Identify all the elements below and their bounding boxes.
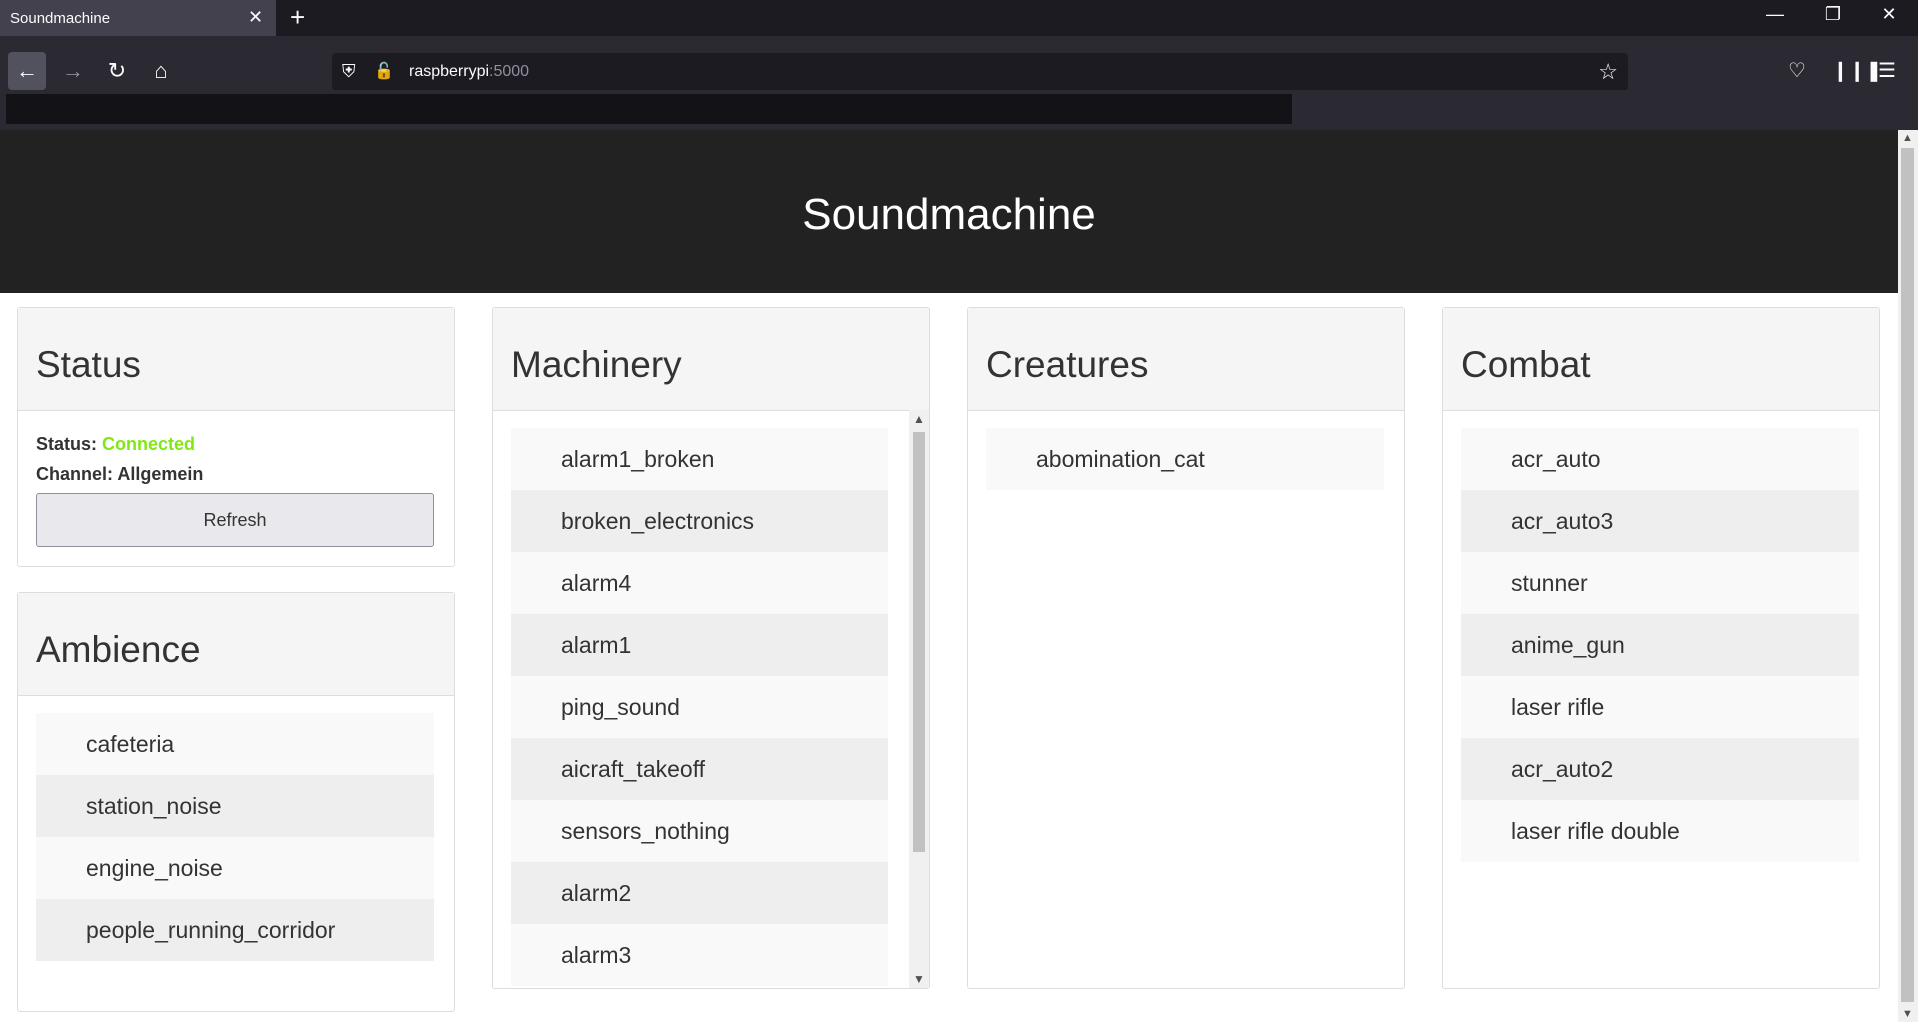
lock-icon[interactable]: 🔓: [374, 61, 394, 81]
sound-item[interactable]: aicraft_takeoff: [511, 738, 888, 800]
browser-tab[interactable]: Soundmachine ✕: [0, 0, 276, 36]
forward-icon[interactable]: →: [54, 52, 92, 90]
bookmarks-redacted: [6, 94, 1292, 124]
ambience-panel-header: Ambience: [18, 593, 454, 696]
machinery-panel: Machinery alarm1_broken broken_electroni…: [492, 307, 930, 989]
pocket-icon[interactable]: ♡: [1788, 58, 1806, 83]
bookmarks-bar: [0, 90, 1918, 130]
page-header: Soundmachine: [0, 130, 1898, 293]
creatures-panel: Creatures abomination_cat: [967, 307, 1405, 989]
sound-item[interactable]: alarm1: [511, 614, 888, 676]
status-line: Status: Connected: [36, 434, 195, 455]
star-icon[interactable]: ☆: [1598, 59, 1618, 85]
close-icon[interactable]: ✕: [1866, 4, 1912, 25]
channel-line: Channel: Allgemein: [36, 464, 203, 485]
url-bar[interactable]: ⛨ 🔓 raspberrypi:5000 ☆: [332, 53, 1628, 91]
tab-bar: Soundmachine ✕ + — ❐ ✕: [0, 0, 1918, 36]
sound-item[interactable]: anime_gun: [1461, 614, 1859, 676]
ambience-heading: Ambience: [36, 629, 201, 670]
sound-item[interactable]: acr_auto: [1461, 428, 1859, 490]
creatures-list: abomination_cat: [986, 428, 1384, 490]
page-scrollbar[interactable]: ▲ ▼: [1898, 130, 1918, 1022]
menu-icon[interactable]: ☰: [1878, 58, 1896, 83]
status-value: Connected: [102, 434, 196, 454]
shield-icon[interactable]: ⛨: [342, 61, 356, 82]
combat-list: acr_auto acr_auto3 stunner anime_gun las…: [1461, 428, 1859, 862]
tab-title: Soundmachine: [10, 10, 111, 27]
page-scrollbar-thumb[interactable]: [1901, 148, 1914, 1002]
sound-item[interactable]: ping_sound: [511, 676, 888, 738]
sound-item[interactable]: station_noise: [36, 775, 434, 837]
scroll-down-icon[interactable]: ▼: [1902, 1008, 1913, 1020]
combat-panel-header: Combat: [1443, 308, 1879, 411]
url-port: :5000: [489, 63, 530, 80]
sound-item[interactable]: abomination_cat: [986, 428, 1384, 490]
machinery-scrollbar[interactable]: ▲ ▼: [909, 410, 929, 988]
sound-item[interactable]: cafeteria: [36, 713, 434, 775]
library-icon[interactable]: ❙❙❚: [1832, 58, 1882, 83]
sound-item[interactable]: acr_auto2: [1461, 738, 1859, 800]
status-label: Status:: [36, 434, 98, 454]
ambience-list: cafeteria station_noise engine_noise peo…: [36, 713, 434, 961]
machinery-panel-header: Machinery: [493, 308, 929, 411]
sound-item[interactable]: alarm1_broken: [511, 428, 888, 490]
restore-icon[interactable]: ❐: [1810, 4, 1856, 25]
creatures-heading: Creatures: [986, 344, 1149, 385]
page-title: Soundmachine: [802, 190, 1096, 239]
back-icon[interactable]: ←: [8, 52, 46, 90]
sound-item[interactable]: stunner: [1461, 552, 1859, 614]
url-text[interactable]: raspberrypi:5000: [409, 63, 529, 81]
combat-panel: Combat acr_auto acr_auto3 stunner anime_…: [1442, 307, 1880, 989]
status-panel-header: Status: [18, 308, 454, 411]
combat-heading: Combat: [1461, 344, 1591, 385]
sound-item[interactable]: sensors_nothing: [511, 800, 888, 862]
sound-item[interactable]: laser rifle: [1461, 676, 1859, 738]
minimize-icon[interactable]: —: [1752, 4, 1798, 25]
scrollbar-thumb[interactable]: [913, 432, 925, 852]
tab-close-icon[interactable]: ✕: [248, 8, 263, 26]
channel-value: Allgemein: [117, 464, 204, 484]
scroll-up-icon[interactable]: ▲: [1902, 132, 1913, 144]
sound-item[interactable]: engine_noise: [36, 837, 434, 899]
refresh-button[interactable]: Refresh: [36, 493, 434, 547]
page-viewport: Soundmachine Status Status: Connected Ch…: [0, 130, 1898, 1022]
sound-item[interactable]: alarm2: [511, 862, 888, 924]
sound-item[interactable]: acr_auto3: [1461, 490, 1859, 552]
home-icon[interactable]: ⌂: [142, 52, 180, 90]
sound-item[interactable]: people_running_corridor: [36, 899, 434, 961]
creatures-panel-header: Creatures: [968, 308, 1404, 411]
sound-item[interactable]: broken_electronics: [511, 490, 888, 552]
ambience-panel: Ambience cafeteria station_noise engine_…: [17, 592, 455, 1012]
scroll-down-icon[interactable]: ▼: [913, 972, 925, 986]
sound-item[interactable]: laser rifle double: [1461, 800, 1859, 862]
url-host: raspberrypi: [409, 63, 490, 80]
new-tab-icon[interactable]: +: [290, 4, 305, 30]
channel-label: Channel:: [36, 464, 114, 484]
sound-item[interactable]: alarm3: [511, 924, 888, 986]
status-heading: Status: [36, 344, 141, 385]
status-panel: Status Status: Connected Channel: Allgem…: [17, 307, 455, 567]
sound-item[interactable]: alarm4: [511, 552, 888, 614]
reload-icon[interactable]: ↻: [98, 52, 136, 90]
machinery-list: alarm1_broken broken_electronics alarm4 …: [511, 428, 888, 986]
machinery-heading: Machinery: [511, 344, 682, 385]
scroll-up-icon[interactable]: ▲: [913, 412, 925, 426]
